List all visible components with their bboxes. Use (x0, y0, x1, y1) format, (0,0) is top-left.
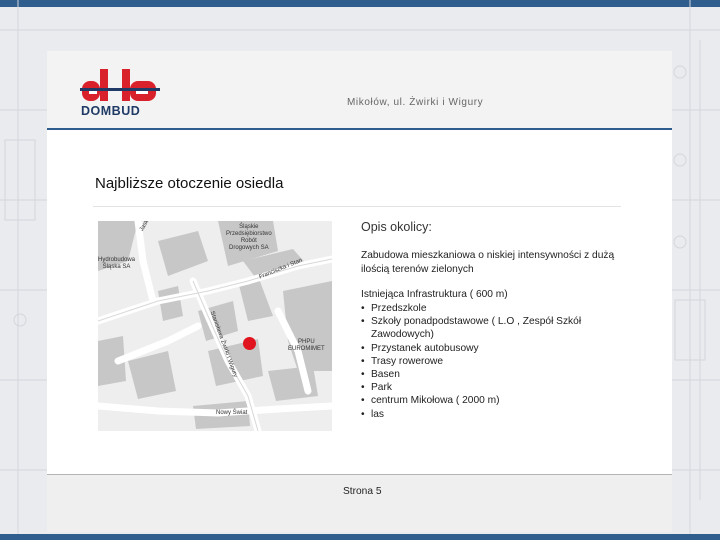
map-label-hydrobudowa: Hydrobudowa Śląska SA (98, 257, 136, 270)
description-paragraph: Zabudowa mieszkaniowa o niskiej intensyw… (361, 250, 615, 275)
header-divider (47, 128, 672, 130)
slide: DOMBUD Mikołów, ul. Żwirki i Wigury Najb… (47, 51, 672, 532)
list-item: • Trasy rowerowe (361, 355, 444, 367)
map-label-nowy-swiat: Nowy Świat (216, 410, 248, 416)
footer: Strona 5 (47, 475, 672, 532)
list-item: • centrum Mikołowa ( 2000 m) (361, 395, 500, 407)
location-pin-icon (243, 337, 256, 350)
description-heading: Opis okolicy: (361, 220, 432, 234)
page-number: Strona 5 (343, 486, 382, 497)
location-map: Jasko Śląskie Przedsiębiorstwo Robót Dro… (98, 221, 332, 431)
header-address: Mikołów, ul. Żwirki i Wigury (347, 97, 484, 108)
infrastructure-list: • Przedszkole • Szkoły ponadpodstawowe ( L… (361, 302, 621, 421)
bottom-accent-bar (0, 534, 720, 540)
company-logo: DOMBUD (80, 69, 160, 119)
infrastructure-heading: Istniejąca Infrastruktura ( 600 m) (361, 289, 508, 300)
logo-text: DOMBUD (81, 104, 141, 118)
list-item: • Park (361, 382, 392, 394)
map-label-euromimet: PHPU EUROMIMET (288, 339, 325, 352)
list-item: • Przystanek autobusowy (361, 342, 479, 354)
page-title: Najbliższe otoczenie osiedla (95, 175, 284, 192)
map-label-road-company: Śląskie Przedsiębiorstwo Robót Drogowych… (226, 224, 272, 251)
list-item: • Szkoły ponadpodstawowe ( L.O , Zespół S… (361, 316, 582, 341)
title-divider (93, 206, 621, 207)
list-item: • Przedszkole (361, 303, 427, 314)
list-item: • Basen (361, 369, 400, 381)
header: DOMBUD Mikołów, ul. Żwirki i Wigury (47, 51, 672, 129)
list-item: • las (361, 408, 385, 420)
